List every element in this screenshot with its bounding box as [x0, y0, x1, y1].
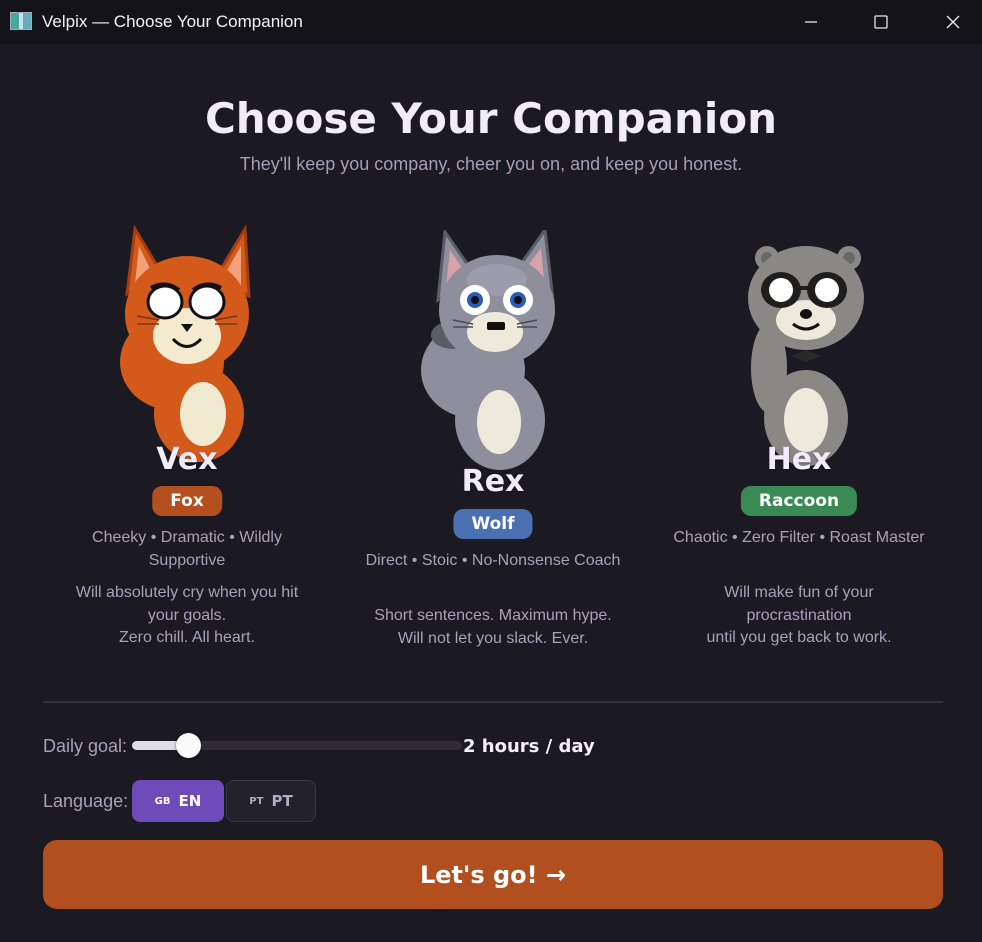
daily-goal-value: 2 hours / day: [463, 736, 595, 757]
companion-name: Rex: [461, 464, 525, 499]
companion-description: Will absolutely cry when you hit your go…: [75, 584, 299, 646]
daily-goal-slider[interactable]: [132, 733, 462, 758]
lets-go-button[interactable]: Let's go! →: [43, 840, 943, 909]
slider-thumb[interactable]: [176, 733, 201, 758]
title-bar: Velpix — Choose Your Companion: [0, 0, 982, 44]
minimize-icon: [805, 21, 817, 23]
species-badge: Wolf: [453, 509, 533, 539]
flag-pt-icon: PT: [249, 795, 264, 807]
maximize-icon: [874, 15, 888, 29]
companion-name: Vex: [156, 442, 218, 477]
companion-traits: Direct • Stoic • No-Nonsense Coach: [365, 552, 621, 569]
fox-mascot-icon: [120, 224, 251, 462]
main-content: Choose Your Companion They'll keep you c…: [0, 44, 982, 942]
language-en-button[interactable]: GB EN: [132, 780, 224, 822]
language-code: PT: [271, 792, 293, 810]
wolf-mascot-icon: [421, 230, 555, 470]
page-subtitle: They'll keep you company, cheer you on, …: [239, 154, 743, 174]
minimize-button[interactable]: [776, 0, 846, 44]
companion-traits: Chaotic • Zero Filter • Roast Master: [673, 529, 925, 546]
companion-name: Hex: [766, 442, 832, 477]
species-badge: Raccoon: [740, 486, 858, 516]
language-pt-button[interactable]: PT PT: [226, 780, 316, 822]
companion-description: Will make fun of your procrastination un…: [706, 584, 892, 646]
daily-goal-label: Daily goal:: [43, 736, 128, 756]
language-label: Language:: [43, 791, 129, 811]
flag-gb-icon: GB: [154, 795, 171, 807]
close-icon: [946, 15, 960, 29]
companion-traits: Cheeky • Dramatic • Wildly Supportive: [92, 529, 282, 569]
app-icon: [10, 12, 32, 30]
close-button[interactable]: [918, 0, 982, 44]
window-title: Velpix — Choose Your Companion: [42, 12, 303, 31]
page-title: Choose Your Companion: [204, 94, 778, 143]
companion-description: Short sentences. Maximum hype. Will not …: [374, 607, 612, 647]
language-code: EN: [178, 792, 202, 810]
species-badge: Fox: [152, 486, 222, 516]
maximize-button[interactable]: [846, 0, 916, 44]
section-divider: [43, 701, 943, 703]
